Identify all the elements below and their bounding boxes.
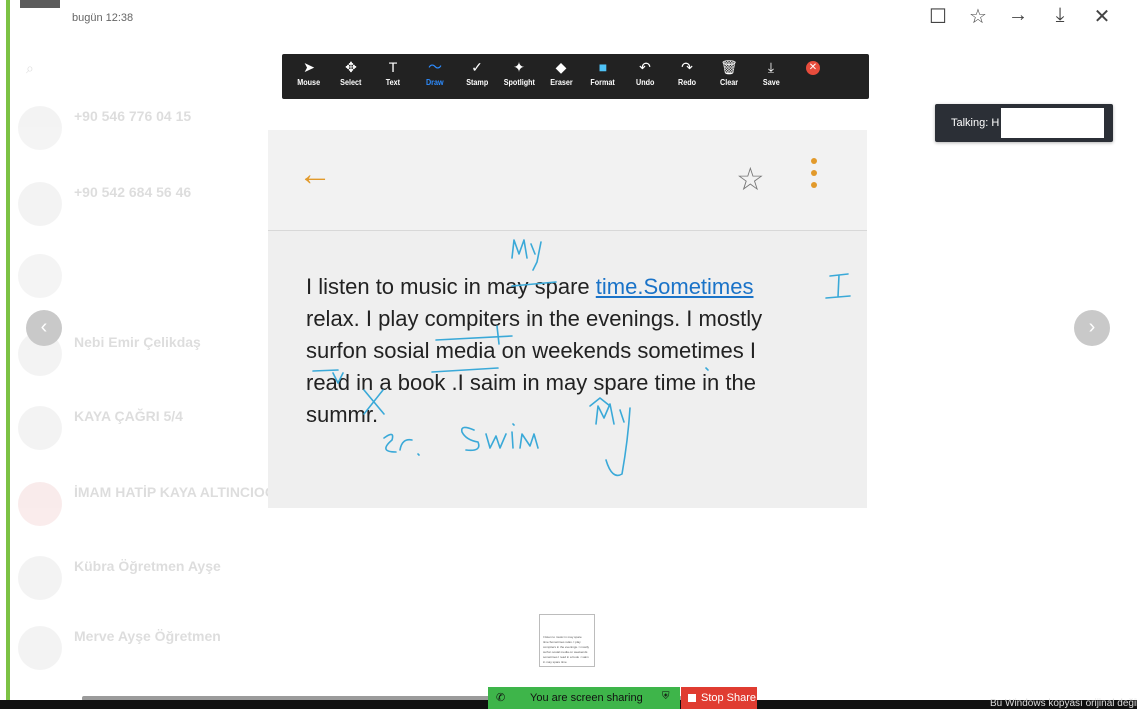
stop-share-button[interactable]: Stop Share [681,687,757,709]
screen-sharing-bar: ✆ You are screen sharing ⛨ [488,687,680,709]
shared-screen-thumbnail[interactable]: I listen to music in may spare time.Some… [539,614,595,667]
windows-notice: Bu Windows kopyası orijinal değil [990,698,1137,709]
ink-swim [460,423,539,452]
ink-letter-i [825,273,851,299]
ink-cross-in [363,389,385,415]
ink-mark-compiters [496,325,500,345]
sharing-status: You are screen sharing [530,692,643,704]
ink-dot [705,367,709,371]
ink-underline-surfon [312,369,339,372]
ink-caret-surfon [332,372,344,384]
ink-my-bottom [595,403,631,477]
stop-icon [688,694,696,702]
phone-icon: ✆ [496,692,506,704]
ink-underline-compiters [435,335,513,341]
ink-er [383,433,420,456]
annotation-overlay [312,239,851,477]
ink-strike-may [511,281,557,287]
stop-share-label: Stop Share [701,692,757,704]
ink-caret-may [589,397,611,407]
ink-my-top [511,239,542,271]
ink-underline-media [431,367,499,373]
shield-icon: ⛨ [662,691,670,702]
